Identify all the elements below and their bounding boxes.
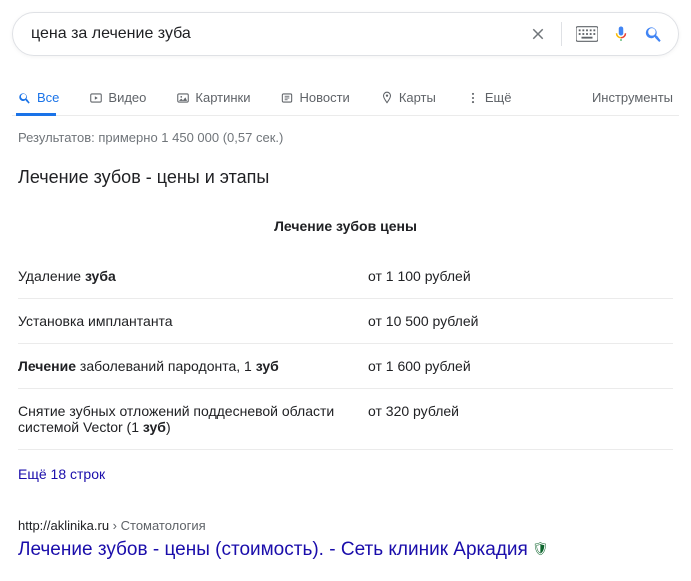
tab-label: Новости <box>299 90 349 105</box>
featured-snippet: Лечение зубов - цены и этапы Лечение зуб… <box>12 167 679 561</box>
table-row: Удаление зубаот 1 100 рублей <box>18 254 673 299</box>
service-name: Лечение заболеваний пародонта, 1 зуб <box>18 358 368 374</box>
price-value: от 320 рублей <box>368 403 673 435</box>
search-icon <box>18 91 32 105</box>
snippet-title: Лечение зубов - цены и этапы <box>18 167 673 188</box>
divider <box>561 22 562 46</box>
search-icons <box>529 22 664 46</box>
search-input[interactable] <box>31 25 529 43</box>
voice-icon[interactable] <box>612 23 630 45</box>
result-title[interactable]: Лечение зубов - цены (стоимость). - Сеть… <box>18 539 673 561</box>
result-title-text: Лечение зубов - цены (стоимость). - Сеть… <box>18 539 528 560</box>
tab-label: Ещё <box>485 90 512 105</box>
tab-more[interactable]: Ещё <box>466 80 524 115</box>
breadcrumb: › Стоматология <box>113 518 206 533</box>
video-icon <box>89 91 103 105</box>
tab-all[interactable]: Все <box>18 80 71 115</box>
table-row: Снятие зубных отложений поддесневой обла… <box>18 389 673 450</box>
price-value: от 1 100 рублей <box>368 268 673 284</box>
pin-icon <box>380 91 394 105</box>
table-title: Лечение зубов цены <box>18 218 673 234</box>
tab-label: Картинки <box>195 90 250 105</box>
price-table: Удаление зубаот 1 100 рублейУстановка им… <box>18 254 673 450</box>
service-name: Удаление зуба <box>18 268 368 284</box>
service-name: Установка имплантанта <box>18 313 368 329</box>
result-url[interactable]: http://aklinika.ru › Стоматология <box>18 518 673 533</box>
tabs: Все Видео Картинки Новости Карты Ещё Инс… <box>12 80 679 115</box>
price-value: от 10 500 рублей <box>368 313 673 329</box>
keyboard-icon[interactable] <box>576 26 598 42</box>
table-row: Лечение заболеваний пародонта, 1 зубот 1… <box>18 344 673 389</box>
tab-images[interactable]: Картинки <box>176 80 262 115</box>
price-value: от 1 600 рублей <box>368 358 673 374</box>
tab-video[interactable]: Видео <box>89 80 158 115</box>
clear-icon[interactable] <box>529 25 547 43</box>
tab-news[interactable]: Новости <box>280 80 361 115</box>
results-stats: Результатов: примерно 1 450 000 (0,57 се… <box>18 130 679 145</box>
tab-label: Карты <box>399 90 436 105</box>
tab-label: Все <box>37 90 59 105</box>
tools-link[interactable]: Инструменты <box>592 90 673 105</box>
divider <box>12 115 679 116</box>
images-icon <box>176 91 190 105</box>
tab-label: Видео <box>108 90 146 105</box>
service-name: Снятие зубных отложений поддесневой обла… <box>18 403 368 435</box>
url-text: http://aklinika.ru <box>18 518 109 533</box>
search-icon[interactable] <box>644 24 664 44</box>
more-rows-link[interactable]: Ещё 18 строк <box>18 466 105 482</box>
news-icon <box>280 91 294 105</box>
more-icon <box>466 91 480 105</box>
search-box <box>12 12 679 56</box>
table-row: Установка имплантантаот 10 500 рублей <box>18 299 673 344</box>
tab-maps[interactable]: Карты <box>380 80 448 115</box>
